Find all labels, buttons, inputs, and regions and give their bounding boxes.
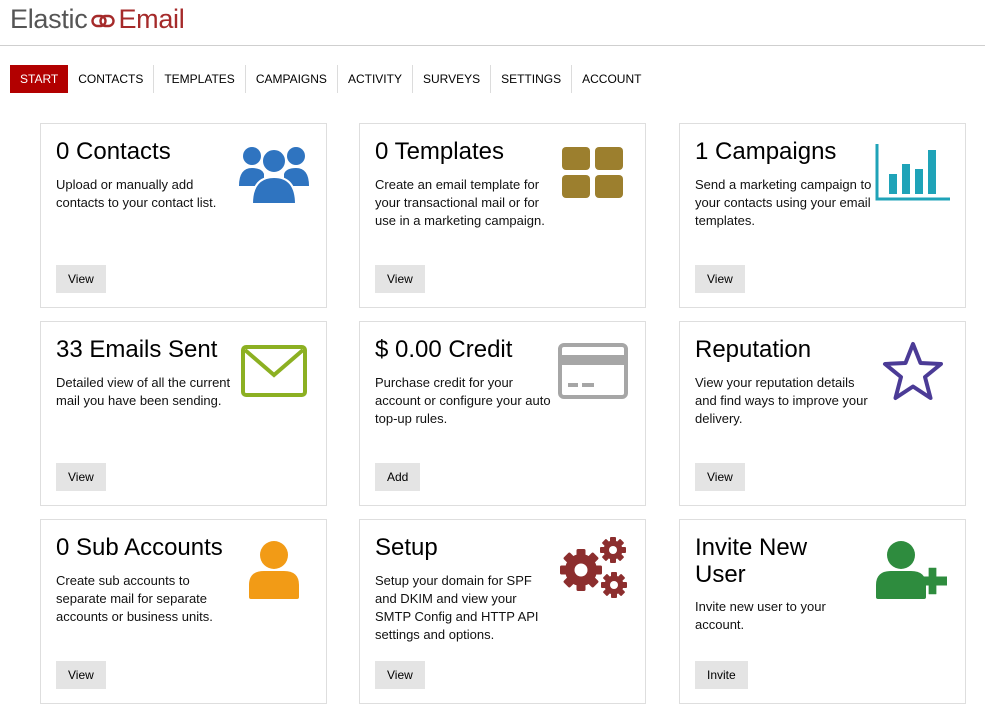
gears-icon (555, 534, 631, 604)
card-description: Invite new user to your account. (695, 599, 826, 632)
card-title: Setup (375, 534, 438, 561)
view-sub-accounts-button[interactable]: View (56, 661, 106, 689)
view-reputation-button[interactable]: View (695, 463, 745, 491)
logo-word-elastic: Elastic (10, 3, 88, 34)
card-description: Setup your domain for SPF and DKIM and v… (375, 573, 539, 642)
main-nav: START CONTACTS TEMPLATES CAMPAIGNS ACTIV… (10, 65, 651, 93)
reputation-card: Reputation View your reputation details … (679, 321, 966, 506)
envelope-icon (236, 336, 312, 406)
view-campaigns-button[interactable]: View (695, 265, 745, 293)
card-title: 1 Campaigns (695, 138, 837, 165)
setup-card: Setup Setup your domain for SPF and DKIM… (359, 519, 646, 704)
nav-start[interactable]: START (10, 65, 69, 93)
card-title: 0 Sub Accounts (56, 534, 223, 561)
grid-icon (555, 138, 631, 208)
templates-card: 0 Templates Create an email template for… (359, 123, 646, 308)
sub-accounts-card: 0 Sub Accounts Create sub accounts to se… (40, 519, 327, 704)
card-description: Create sub accounts to separate mail for… (56, 573, 213, 624)
logo-word-email: Email (118, 3, 185, 34)
contacts-card: 0 Contacts Upload or manually add contac… (40, 123, 327, 308)
emails-sent-card: 33 Emails Sent Detailed view of all the … (40, 321, 327, 506)
card-description: Create an email template for your transa… (375, 177, 545, 228)
bar-chart-icon (875, 138, 951, 208)
card-description: Detailed view of all the current mail yo… (56, 375, 231, 408)
card-title: Reputation (695, 336, 812, 363)
users-icon (236, 138, 312, 208)
header: Elastic Email (0, 0, 985, 46)
nav-contacts[interactable]: CONTACTS (68, 65, 155, 93)
card-title: 33 Emails Sent (56, 336, 218, 363)
star-icon (875, 336, 951, 406)
link-icon (91, 4, 116, 35)
view-contacts-button[interactable]: View (56, 265, 106, 293)
nav-templates[interactable]: TEMPLATES (154, 65, 246, 93)
nav-account[interactable]: ACCOUNT (572, 65, 651, 93)
nav-campaigns[interactable]: CAMPAIGNS (246, 65, 338, 93)
card-description: Purchase credit for your account or conf… (375, 375, 551, 426)
user-icon (236, 534, 312, 604)
invite-user-card: Invite New User Invite new user to your … (679, 519, 966, 704)
nav-activity[interactable]: ACTIVITY (338, 65, 413, 93)
user-plus-icon (875, 534, 951, 604)
logo[interactable]: Elastic Email (10, 3, 185, 35)
card-title: 0 Templates (375, 138, 504, 165)
card-title: 0 Contacts (56, 138, 171, 165)
card-description: Send a marketing campaign to your contac… (695, 177, 872, 228)
campaigns-card: 1 Campaigns Send a marketing campaign to… (679, 123, 966, 308)
view-emails-sent-button[interactable]: View (56, 463, 106, 491)
nav-settings[interactable]: SETTINGS (491, 65, 573, 93)
view-setup-button[interactable]: View (375, 661, 425, 689)
card-description: View your reputation details and find wa… (695, 375, 868, 426)
add-credit-button[interactable]: Add (375, 463, 421, 491)
credit-card-icon (555, 336, 631, 406)
card-title: Invite New User (695, 534, 808, 588)
view-templates-button[interactable]: View (375, 265, 425, 293)
invite-user-button[interactable]: Invite (695, 661, 748, 689)
credit-card: $ 0.00 Credit Purchase credit for your a… (359, 321, 646, 506)
card-title: $ 0.00 Credit (375, 336, 513, 363)
card-description: Upload or manually add contacts to your … (56, 177, 217, 210)
nav-surveys[interactable]: SURVEYS (413, 65, 492, 93)
